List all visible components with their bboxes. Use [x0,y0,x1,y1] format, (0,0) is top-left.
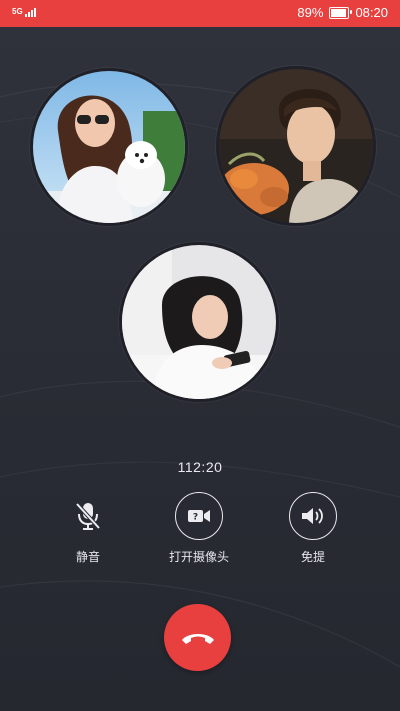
network-type: 5G [12,7,23,16]
battery-percentage: 89% [297,5,324,20]
speaker-label: 免提 [300,550,325,564]
participant-2-avatar[interactable] [216,66,376,226]
camera-button[interactable]: ? 打开摄像头 [149,492,249,565]
signal-icon [24,7,36,17]
phone-hangup-icon [181,633,214,644]
mute-label: 静音 [75,550,100,564]
battery-icon [329,6,353,19]
young-man-photo [219,69,373,223]
video-camera-icon: ? [175,492,223,540]
speaker-button[interactable]: 免提 [263,492,363,565]
status-bar: 5G 89% 08:20 [0,0,400,27]
hangup-button[interactable] [164,604,231,671]
svg-text:?: ? [193,513,198,523]
camera-label: 打开摄像头 [168,550,229,564]
participant-1-avatar[interactable] [30,68,188,226]
mute-button[interactable]: 静音 [38,492,138,565]
woman-with-dog-photo [33,71,185,223]
microphone-muted-icon [64,492,112,540]
woman-on-phone-photo [122,245,276,399]
call-duration: 112:20 [177,459,223,475]
participant-3-avatar[interactable] [119,242,279,402]
speaker-icon [289,492,337,540]
clock: 08:20 [355,5,388,20]
network-indicator: 5G [12,7,36,17]
